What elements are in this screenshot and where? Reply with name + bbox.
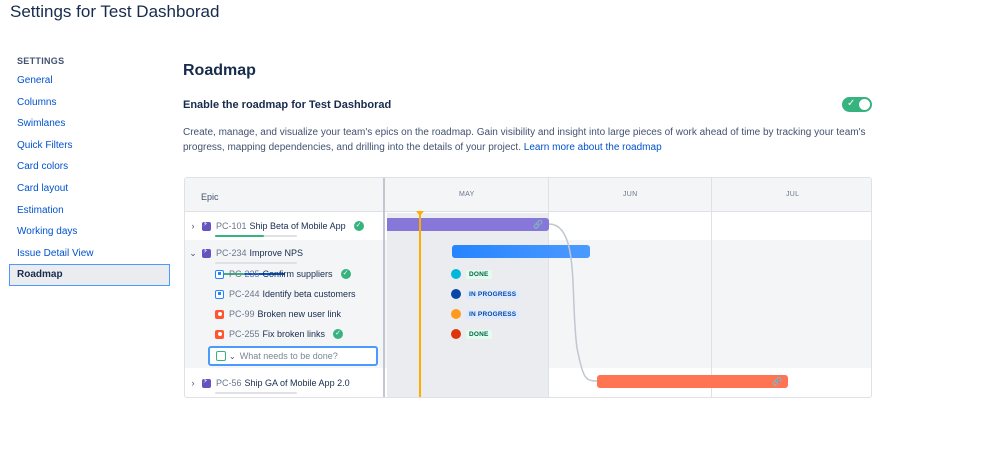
sidebar-item-roadmap[interactable]: Roadmap (9, 264, 170, 286)
page-title: Settings for Test Dashborad (10, 2, 220, 21)
status-row: IN PROGRESS (451, 308, 520, 320)
sidebar-item-estimation[interactable]: Estimation (9, 200, 170, 222)
status-badge: IN PROGRESS (466, 289, 520, 299)
settings-sidebar: SETTINGS General Columns Swimlanes Quick… (9, 52, 170, 286)
enable-roadmap-toggle[interactable]: ✓ (842, 97, 872, 112)
sidebar-item-card-layout[interactable]: Card layout (9, 178, 170, 200)
sidebar-item-issue-detail-view[interactable]: Issue Detail View (9, 243, 170, 265)
toggle-knob (859, 99, 870, 110)
sidebar-heading: SETTINGS (17, 56, 65, 66)
avatar (451, 269, 461, 279)
sidebar-item-card-colors[interactable]: Card colors (9, 156, 170, 178)
avatar (451, 309, 461, 319)
avatar (451, 329, 461, 339)
status-badge: DONE (466, 269, 492, 279)
section-title: Roadmap (183, 62, 256, 79)
status-badge: DONE (466, 329, 492, 339)
sidebar-item-quick-filters[interactable]: Quick Filters (9, 135, 170, 157)
sidebar-item-working-days[interactable]: Working days (9, 221, 170, 243)
roadmap-preview: Epic MAY JUN JUL › PC-101 Ship Beta of M… (184, 177, 872, 398)
roadmap-description: Create, manage, and visualize your team'… (183, 125, 873, 155)
dependency-line (548, 223, 598, 382)
status-row: IN PROGRESS (451, 288, 520, 300)
check-icon: ✓ (847, 98, 856, 109)
today-line (419, 214, 421, 397)
status-badge: IN PROGRESS (466, 309, 520, 319)
status-row: DONE (451, 268, 492, 280)
sidebar-item-general[interactable]: General (9, 70, 170, 92)
status-row: DONE (451, 328, 492, 340)
sidebar-item-columns[interactable]: Columns (9, 92, 170, 114)
learn-more-link[interactable]: Learn more about the roadmap (524, 142, 662, 153)
sidebar-item-swimlanes[interactable]: Swimlanes (9, 113, 170, 135)
enable-roadmap-label: Enable the roadmap for Test Dashborad (183, 99, 392, 111)
avatar (451, 289, 461, 299)
today-marker-icon (416, 211, 424, 216)
